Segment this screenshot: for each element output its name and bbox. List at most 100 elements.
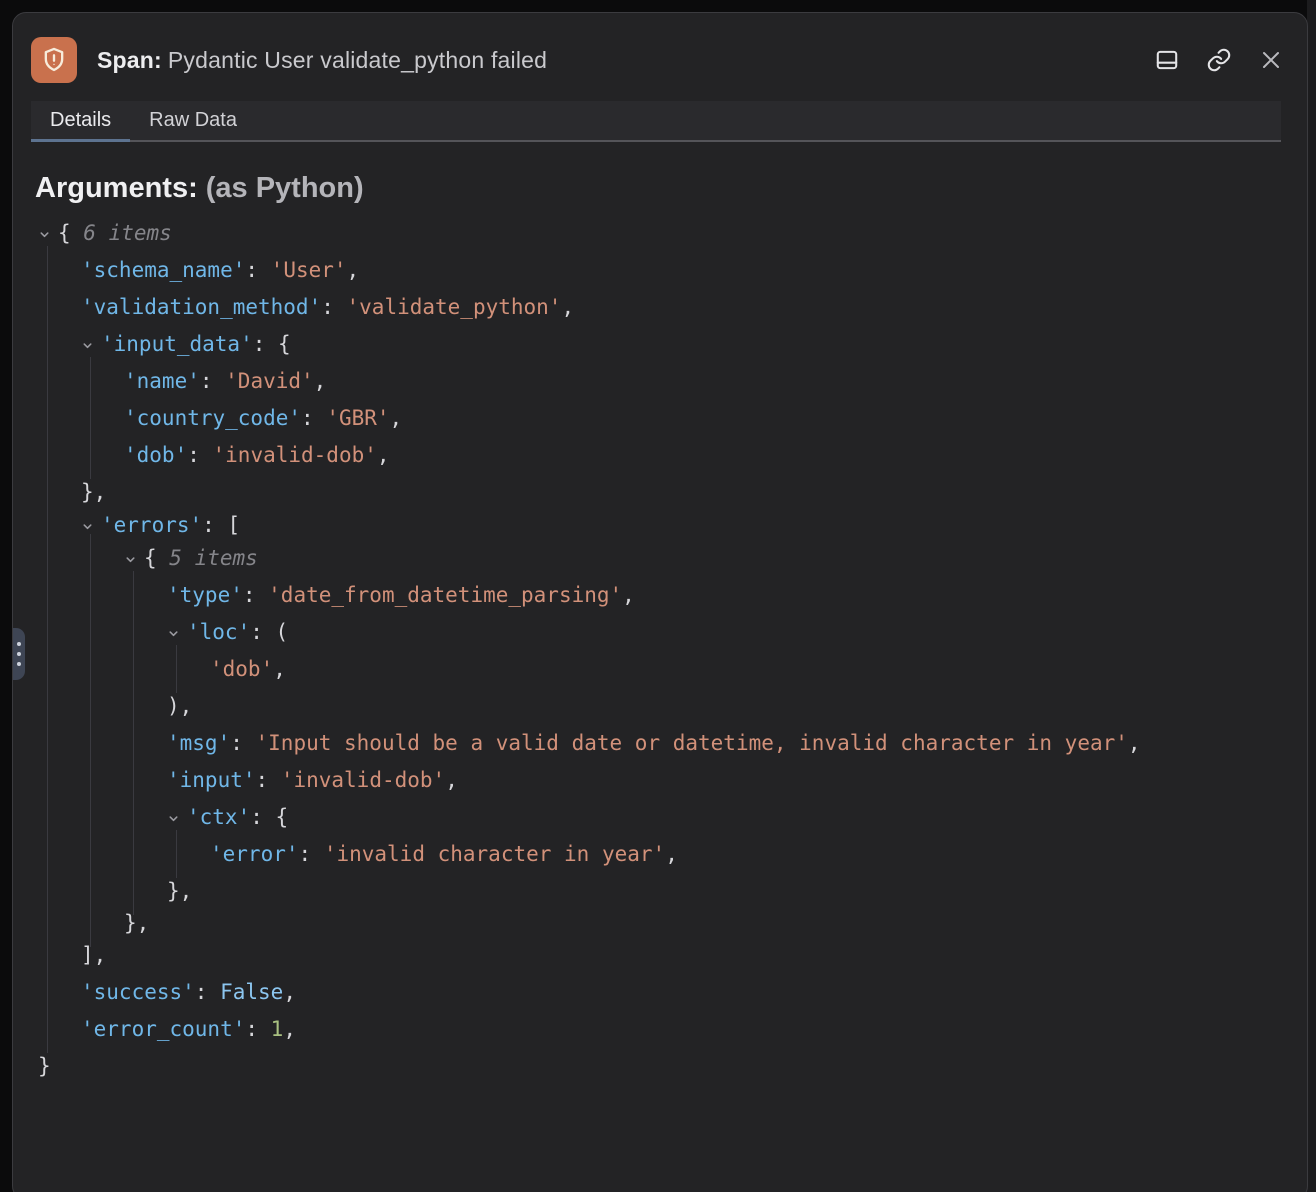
code-token-str: 'invalid-dob' [213,443,377,467]
details-content: Arguments:(as Python) { 6 items 'schema_n… [13,172,1307,1083]
arguments-heading: Arguments:(as Python) [35,172,1279,205]
code-line: 'error_count': 1, [13,1014,1279,1044]
chevron-down-icon[interactable] [38,218,58,248]
code-token-key: 'name' [124,369,200,393]
code-line: 'success': False, [13,977,1279,1007]
code-token-punct: : { [253,332,291,356]
code-line: 'input': 'invalid-dob', [13,765,1279,795]
chevron-down-icon[interactable] [81,329,101,359]
code-line: 'ctx': { [13,802,1279,832]
code-line: 'dob': 'invalid-dob', [13,440,1279,470]
code-token-str: 'Input should be a valid date or datetim… [256,731,1128,755]
code-token-punct: , [390,406,403,430]
code-token-str: 'User' [271,258,347,282]
arguments-python-tree: { 6 items 'schema_name': 'User', 'validati… [13,213,1279,1083]
code-token-key: 'input_data' [101,332,253,356]
code-line: ], [13,940,1279,970]
indent-guide [47,1005,48,1053]
code-token-punct: } [38,1054,51,1078]
chevron-down-icon[interactable] [124,543,144,573]
code-token-str: 'invalid character in year' [324,842,665,866]
code-token-punct: : [230,731,255,755]
indent-guide [176,830,177,878]
code-token-key: 'validation_method' [81,295,321,319]
chevron-down-icon[interactable] [167,802,187,832]
code-token-punct: : [187,443,212,467]
code-token-punct: : [256,768,281,792]
code-line: 'country_code': 'GBR', [13,403,1279,433]
code-token-punct: }, [167,879,192,903]
panel-resize-handle[interactable] [12,628,25,680]
code-token-key: 'schema_name' [81,258,245,282]
code-token-key: 'ctx' [187,805,250,829]
code-token-punct: : [299,842,324,866]
tab-raw-data[interactable]: Raw Data [130,101,256,140]
code-token-punct: , [283,1017,296,1041]
code-token-punct: }, [81,480,106,504]
code-token-punct: : [245,258,270,282]
code-line: } [13,1051,1279,1081]
panel-bottom-icon[interactable] [1153,46,1181,74]
code-token-punct: , [377,443,390,467]
copy-link-icon[interactable] [1205,46,1233,74]
code-token-punct: { [58,221,83,245]
code-line: { 5 items [13,543,1279,573]
tab-details[interactable]: Details [31,101,130,140]
code-token-punct: : [243,583,268,607]
code-token-punct: , [561,295,574,319]
code-token-punct: : [321,295,346,319]
code-token-punct: }, [124,911,149,935]
code-token-punct: , [1128,731,1141,755]
code-token-key: 'input' [167,768,256,792]
code-token-punct: { [144,546,169,570]
grip-dots-icon [17,642,21,666]
code-token-key: 'dob' [124,443,187,467]
code-token-punct: : [301,406,326,430]
code-line: 'loc': ( [13,617,1279,647]
code-line: 'name': 'David', [13,366,1279,396]
code-line: ), [13,691,1279,721]
code-token-key: 'errors' [101,513,202,537]
code-token-meta: 6 items [83,221,172,245]
code-token-punct: , [314,369,327,393]
code-token-key: 'type' [167,583,243,607]
panel-title-text: Pydantic User validate_python failed [168,47,547,73]
code-token-punct: : [200,369,225,393]
code-token-punct: : ( [250,620,288,644]
code-token-punct: : [245,1017,270,1041]
close-icon[interactable] [1257,46,1285,74]
panel-title-prefix: Span: [97,47,162,73]
code-token-key: 'error' [210,842,299,866]
code-line: }, [13,876,1279,906]
code-line: }, [13,477,1279,507]
code-token-key: 'error_count' [81,1017,245,1041]
code-token-punct: , [283,980,296,1004]
panel-title: Span:Pydantic User validate_python faile… [97,47,547,74]
code-line: 'dob', [13,654,1279,684]
code-token-str: 'GBR' [326,406,389,430]
code-token-punct: , [347,258,360,282]
code-token-str: 'invalid-dob' [281,768,445,792]
code-line: 'error': 'invalid character in year', [13,839,1279,869]
code-line: 'schema_name': 'User', [13,255,1279,285]
code-token-kw: False [220,980,283,1004]
code-token-str: 'dob' [210,657,273,681]
chevron-down-icon[interactable] [81,510,101,540]
page-background-strip [1307,0,1316,1192]
code-token-key: 'success' [81,980,195,1004]
indent-guide [176,645,177,693]
arguments-heading-main: Arguments: [35,172,198,204]
code-line: { 6 items [13,218,1279,248]
chevron-down-icon[interactable] [167,617,187,647]
code-token-punct: , [665,842,678,866]
code-token-punct: : { [250,805,288,829]
header-actions [1153,46,1285,74]
code-line: 'errors': [ [13,510,1279,540]
span-detail-panel: Span:Pydantic User validate_python faile… [12,12,1308,1192]
code-line: }, [13,908,1279,938]
tab-bar: Details Raw Data [31,101,1281,142]
code-token-str: 'David' [225,369,314,393]
code-token-key: 'msg' [167,731,230,755]
shield-alert-icon [31,37,77,83]
arguments-heading-sub: (as Python) [206,172,364,204]
